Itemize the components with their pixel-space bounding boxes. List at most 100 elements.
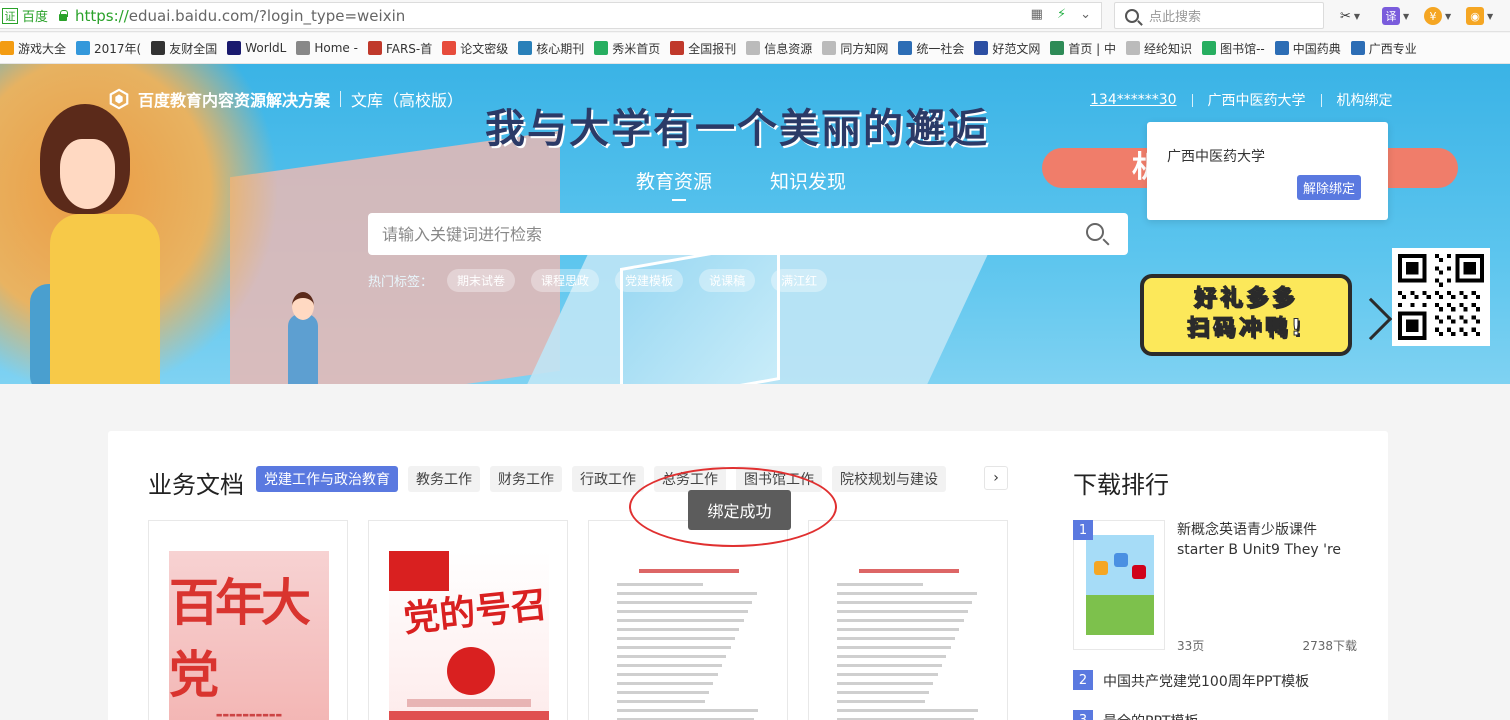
- thumbnail-image: [1086, 535, 1154, 635]
- category-tab[interactable]: 财务工作: [490, 466, 562, 492]
- ranking-item-title[interactable]: 新概念英语青少版课件starter B Unit9 They 're: [1177, 520, 1357, 560]
- thumbnail-line: [617, 637, 736, 640]
- bookmark-icon: [518, 41, 533, 55]
- ranking-title: 下载排行: [1073, 471, 1169, 499]
- hot-tag[interactable]: 满江红: [771, 269, 828, 292]
- bind-institution-link[interactable]: 机构绑定: [1337, 90, 1393, 110]
- institution-popup: 广西中医药大学 解除绑定: [1147, 122, 1388, 220]
- category-tab[interactable]: 图书馆工作: [736, 466, 822, 492]
- scissors-icon[interactable]: ✂ ▼: [1340, 5, 1370, 27]
- chevron-down-icon[interactable]: ⌄: [1080, 7, 1091, 22]
- bookmark-item[interactable]: 广西专业: [1350, 40, 1423, 57]
- hot-tag[interactable]: 期末试卷: [447, 269, 516, 292]
- institution-link[interactable]: 广西中医药大学: [1208, 90, 1306, 110]
- ranking-item-title[interactable]: 最全的PPT模板: [1103, 711, 1198, 720]
- chevron-right-icon[interactable]: ›: [984, 466, 1008, 490]
- bookmark-label: FARS-首: [385, 41, 433, 56]
- bookmark-item[interactable]: 首页 | 中: [1050, 40, 1122, 57]
- gift-promo-banner[interactable]: 好礼多多 扫码冲鸭!: [1140, 274, 1352, 356]
- banner-illustration-girl-face: [60, 139, 115, 209]
- tab-education-resources[interactable]: 教育资源: [636, 167, 712, 201]
- thumbnail-block: [1132, 565, 1146, 579]
- main-nav: 教育资源 知识发现: [636, 167, 846, 201]
- divider: [1191, 93, 1193, 107]
- bookmark-label: 中国药典: [1292, 41, 1341, 56]
- bookmark-item[interactable]: 全国报刊: [670, 40, 742, 57]
- ranking-item-title[interactable]: 中国共产党建党100周年PPT模板: [1103, 671, 1309, 691]
- document-card[interactable]: [808, 520, 1008, 720]
- thumbnail-line: [617, 664, 723, 667]
- gamepad-icon[interactable]: ◉ ▼: [1466, 5, 1496, 27]
- document-card[interactable]: [588, 520, 788, 720]
- unbind-button[interactable]: 解除绑定: [1297, 175, 1362, 200]
- bookmark-item[interactable]: 好范文网: [974, 40, 1046, 57]
- thumbnail-line: [617, 628, 740, 631]
- bookmark-label: 统一社会: [916, 41, 965, 56]
- browser-search-input[interactable]: 点此搜索: [1114, 2, 1324, 29]
- bookmark-item[interactable]: 论文密级: [442, 40, 514, 57]
- thumbnail-line: [837, 619, 964, 622]
- thumbnail-line: [617, 619, 744, 622]
- thumbnail-line: [617, 610, 749, 613]
- certificate-icon[interactable]: 证: [2, 7, 18, 24]
- thumbnail-line: [837, 601, 973, 604]
- category-tab[interactable]: 总务工作: [654, 466, 726, 492]
- bookmark-item[interactable]: 统一社会: [898, 40, 970, 57]
- thumbnail-line: [837, 700, 925, 703]
- site-identity[interactable]: 百度: [22, 6, 48, 25]
- thumbnail-line: [617, 583, 704, 586]
- document-thumbnail: 党的号召: [389, 551, 549, 720]
- category-tab[interactable]: 行政工作: [572, 466, 644, 492]
- thumbnail-caption: ▬▬▬▬▬▬▬▬▬▬: [215, 711, 283, 719]
- bookmark-label: 核心期刊: [536, 41, 585, 56]
- hot-tag[interactable]: 课程思政: [531, 269, 600, 292]
- thumbnail-line: [617, 673, 718, 676]
- thumbnail-line: [617, 682, 714, 685]
- bookmark-item[interactable]: 经纶知识: [1126, 40, 1198, 57]
- document-card[interactable]: 党的号召: [368, 520, 568, 720]
- bookmark-item[interactable]: 中国药典: [1274, 40, 1347, 57]
- hot-tag[interactable]: 说课稿: [699, 269, 756, 292]
- main-search: [368, 213, 1128, 255]
- flag-graphic: [389, 551, 449, 591]
- document-card[interactable]: 百年大党 ▬▬▬▬▬▬▬▬▬▬: [148, 520, 348, 720]
- bookmark-item[interactable]: 图书馆--: [1202, 40, 1271, 57]
- bookmark-item[interactable]: 同方知网: [822, 40, 894, 57]
- bookmark-item[interactable]: 2017年(: [76, 40, 147, 57]
- bookmark-icon: [746, 41, 761, 55]
- category-tab[interactable]: 院校规划与建设: [832, 466, 946, 492]
- thumbnail-line: [837, 646, 951, 649]
- url-text[interactable]: eduai.baidu.com/?login_type=weixin: [129, 7, 405, 25]
- translate-button[interactable]: 译 ▼: [1382, 5, 1412, 27]
- gift-line-2: 扫码冲鸭!: [1186, 316, 1306, 342]
- qr-code-icon: [1398, 254, 1484, 340]
- bookmark-item[interactable]: 信息资源: [746, 40, 818, 57]
- tab-knowledge-discovery[interactable]: 知识发现: [770, 167, 846, 194]
- bookmark-item[interactable]: WorldL: [227, 41, 292, 55]
- category-tab[interactable]: 党建工作与政治教育: [256, 466, 398, 492]
- lightning-icon[interactable]: ⚡: [1057, 7, 1066, 22]
- url-scheme[interactable]: https://: [75, 7, 129, 25]
- thumbnail-footer: [389, 711, 549, 720]
- bookmark-item[interactable]: 友财全国: [151, 40, 223, 57]
- bookmark-item[interactable]: FARS-首: [367, 40, 438, 57]
- brand[interactable]: 百度教育内容资源解决方案 文库（高校版）: [108, 87, 463, 111]
- banner-illustration-boy: [288, 292, 318, 384]
- bookmark-item[interactable]: Home -: [296, 41, 364, 55]
- bookmark-item[interactable]: 秀米首页: [594, 40, 666, 57]
- search-icon[interactable]: [1086, 223, 1104, 241]
- qr-code: [1392, 248, 1490, 346]
- bookmark-item[interactable]: 核心期刊: [518, 40, 590, 57]
- main-search-input[interactable]: [382, 224, 1062, 244]
- bookmark-icon: [1126, 41, 1141, 55]
- category-tab[interactable]: 教务工作: [408, 466, 480, 492]
- brand-sub: 文库（高校版）: [351, 91, 464, 110]
- bookmark-icon: [1202, 41, 1217, 55]
- category-tabs: 党建工作与政治教育 教务工作 财务工作 行政工作 总务工作 图书馆工作 院校规划…: [256, 466, 946, 492]
- hot-tag[interactable]: 党建模板: [615, 269, 684, 292]
- user-account-link[interactable]: 134******30: [1090, 92, 1177, 108]
- address-bar[interactable]: 证 百度 https:// eduai.baidu.com/?login_typ…: [0, 2, 1102, 29]
- grid-icon[interactable]: ▦: [1031, 7, 1043, 22]
- currency-button[interactable]: ¥ ▼: [1424, 5, 1454, 27]
- bookmark-item[interactable]: 游戏大全: [0, 40, 72, 57]
